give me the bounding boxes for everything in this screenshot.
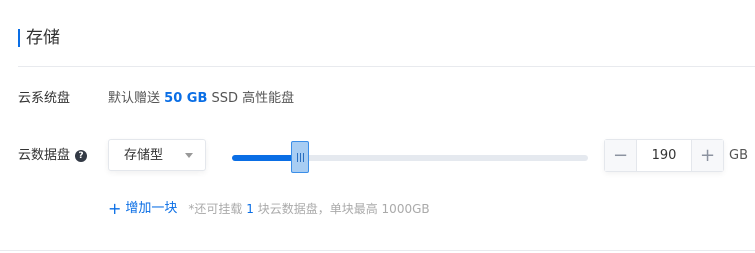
question-circle-icon[interactable]: ?: [75, 150, 88, 162]
disk-type-selected: 存储型: [124, 148, 164, 163]
add-disk-row: + 增加一块 *还可挂载 1 块云数据盘，单块最高 1000GB: [108, 200, 430, 218]
plus-icon: +: [108, 199, 122, 218]
disk-size-slider-track[interactable]: [232, 155, 588, 161]
hint-suffix: 块云数据盘，单块最高 1000GB: [257, 202, 430, 216]
system-disk-value: 默认赠送 50 GB SSD 高性能盘: [108, 90, 294, 108]
section-divider: [18, 66, 755, 67]
system-disk-suffix: SSD 高性能盘: [211, 91, 295, 106]
disk-type-select[interactable]: 存储型: [108, 139, 206, 171]
increment-button[interactable]: +: [691, 140, 723, 171]
system-disk-prefix: 默认赠送: [108, 91, 161, 106]
section-title-accent: [18, 29, 20, 47]
data-disk-label-group: 云数据盘 ?: [18, 147, 88, 165]
add-disk-label: 增加一块: [125, 201, 178, 216]
hint-prefix: *还可挂载: [188, 202, 243, 216]
bottom-divider: [0, 250, 755, 251]
hint-count: 1: [246, 202, 254, 216]
disk-size-slider-fill: [232, 155, 300, 161]
section-title: 存储: [26, 28, 60, 48]
system-disk-size: 50 GB: [164, 91, 208, 106]
add-disk-hint: *还可挂载 1 块云数据盘，单块最高 1000GB: [188, 200, 429, 218]
caret-down-icon: [185, 153, 193, 158]
data-disk-label: 云数据盘: [18, 148, 71, 163]
add-disk-link[interactable]: + 增加一块: [108, 200, 177, 218]
decrement-button[interactable]: −: [605, 140, 637, 171]
disk-size-stepper: − 190 +: [604, 139, 724, 172]
disk-size-slider-handle[interactable]: [291, 141, 309, 173]
disk-size-unit: GB: [729, 148, 748, 163]
system-disk-label: 云系统盘: [18, 91, 71, 106]
disk-size-input[interactable]: 190: [637, 140, 691, 171]
